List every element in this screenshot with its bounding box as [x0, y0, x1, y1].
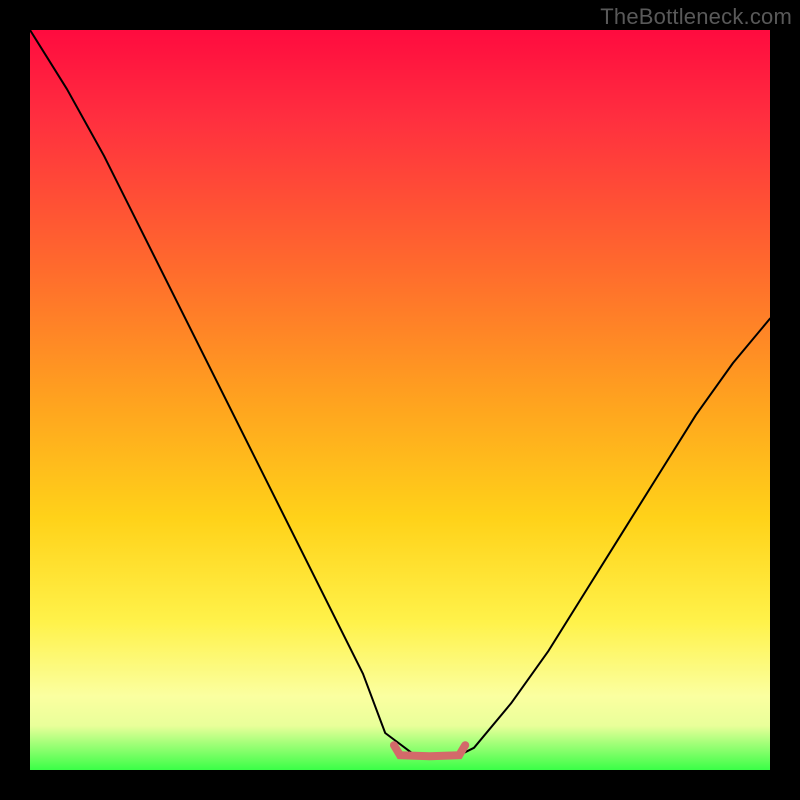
bottleneck-curve-path	[30, 30, 770, 755]
curve-svg	[30, 30, 770, 770]
plot-area	[30, 30, 770, 770]
watermark-text: TheBottleneck.com	[600, 4, 792, 30]
chart-frame: TheBottleneck.com	[0, 0, 800, 800]
